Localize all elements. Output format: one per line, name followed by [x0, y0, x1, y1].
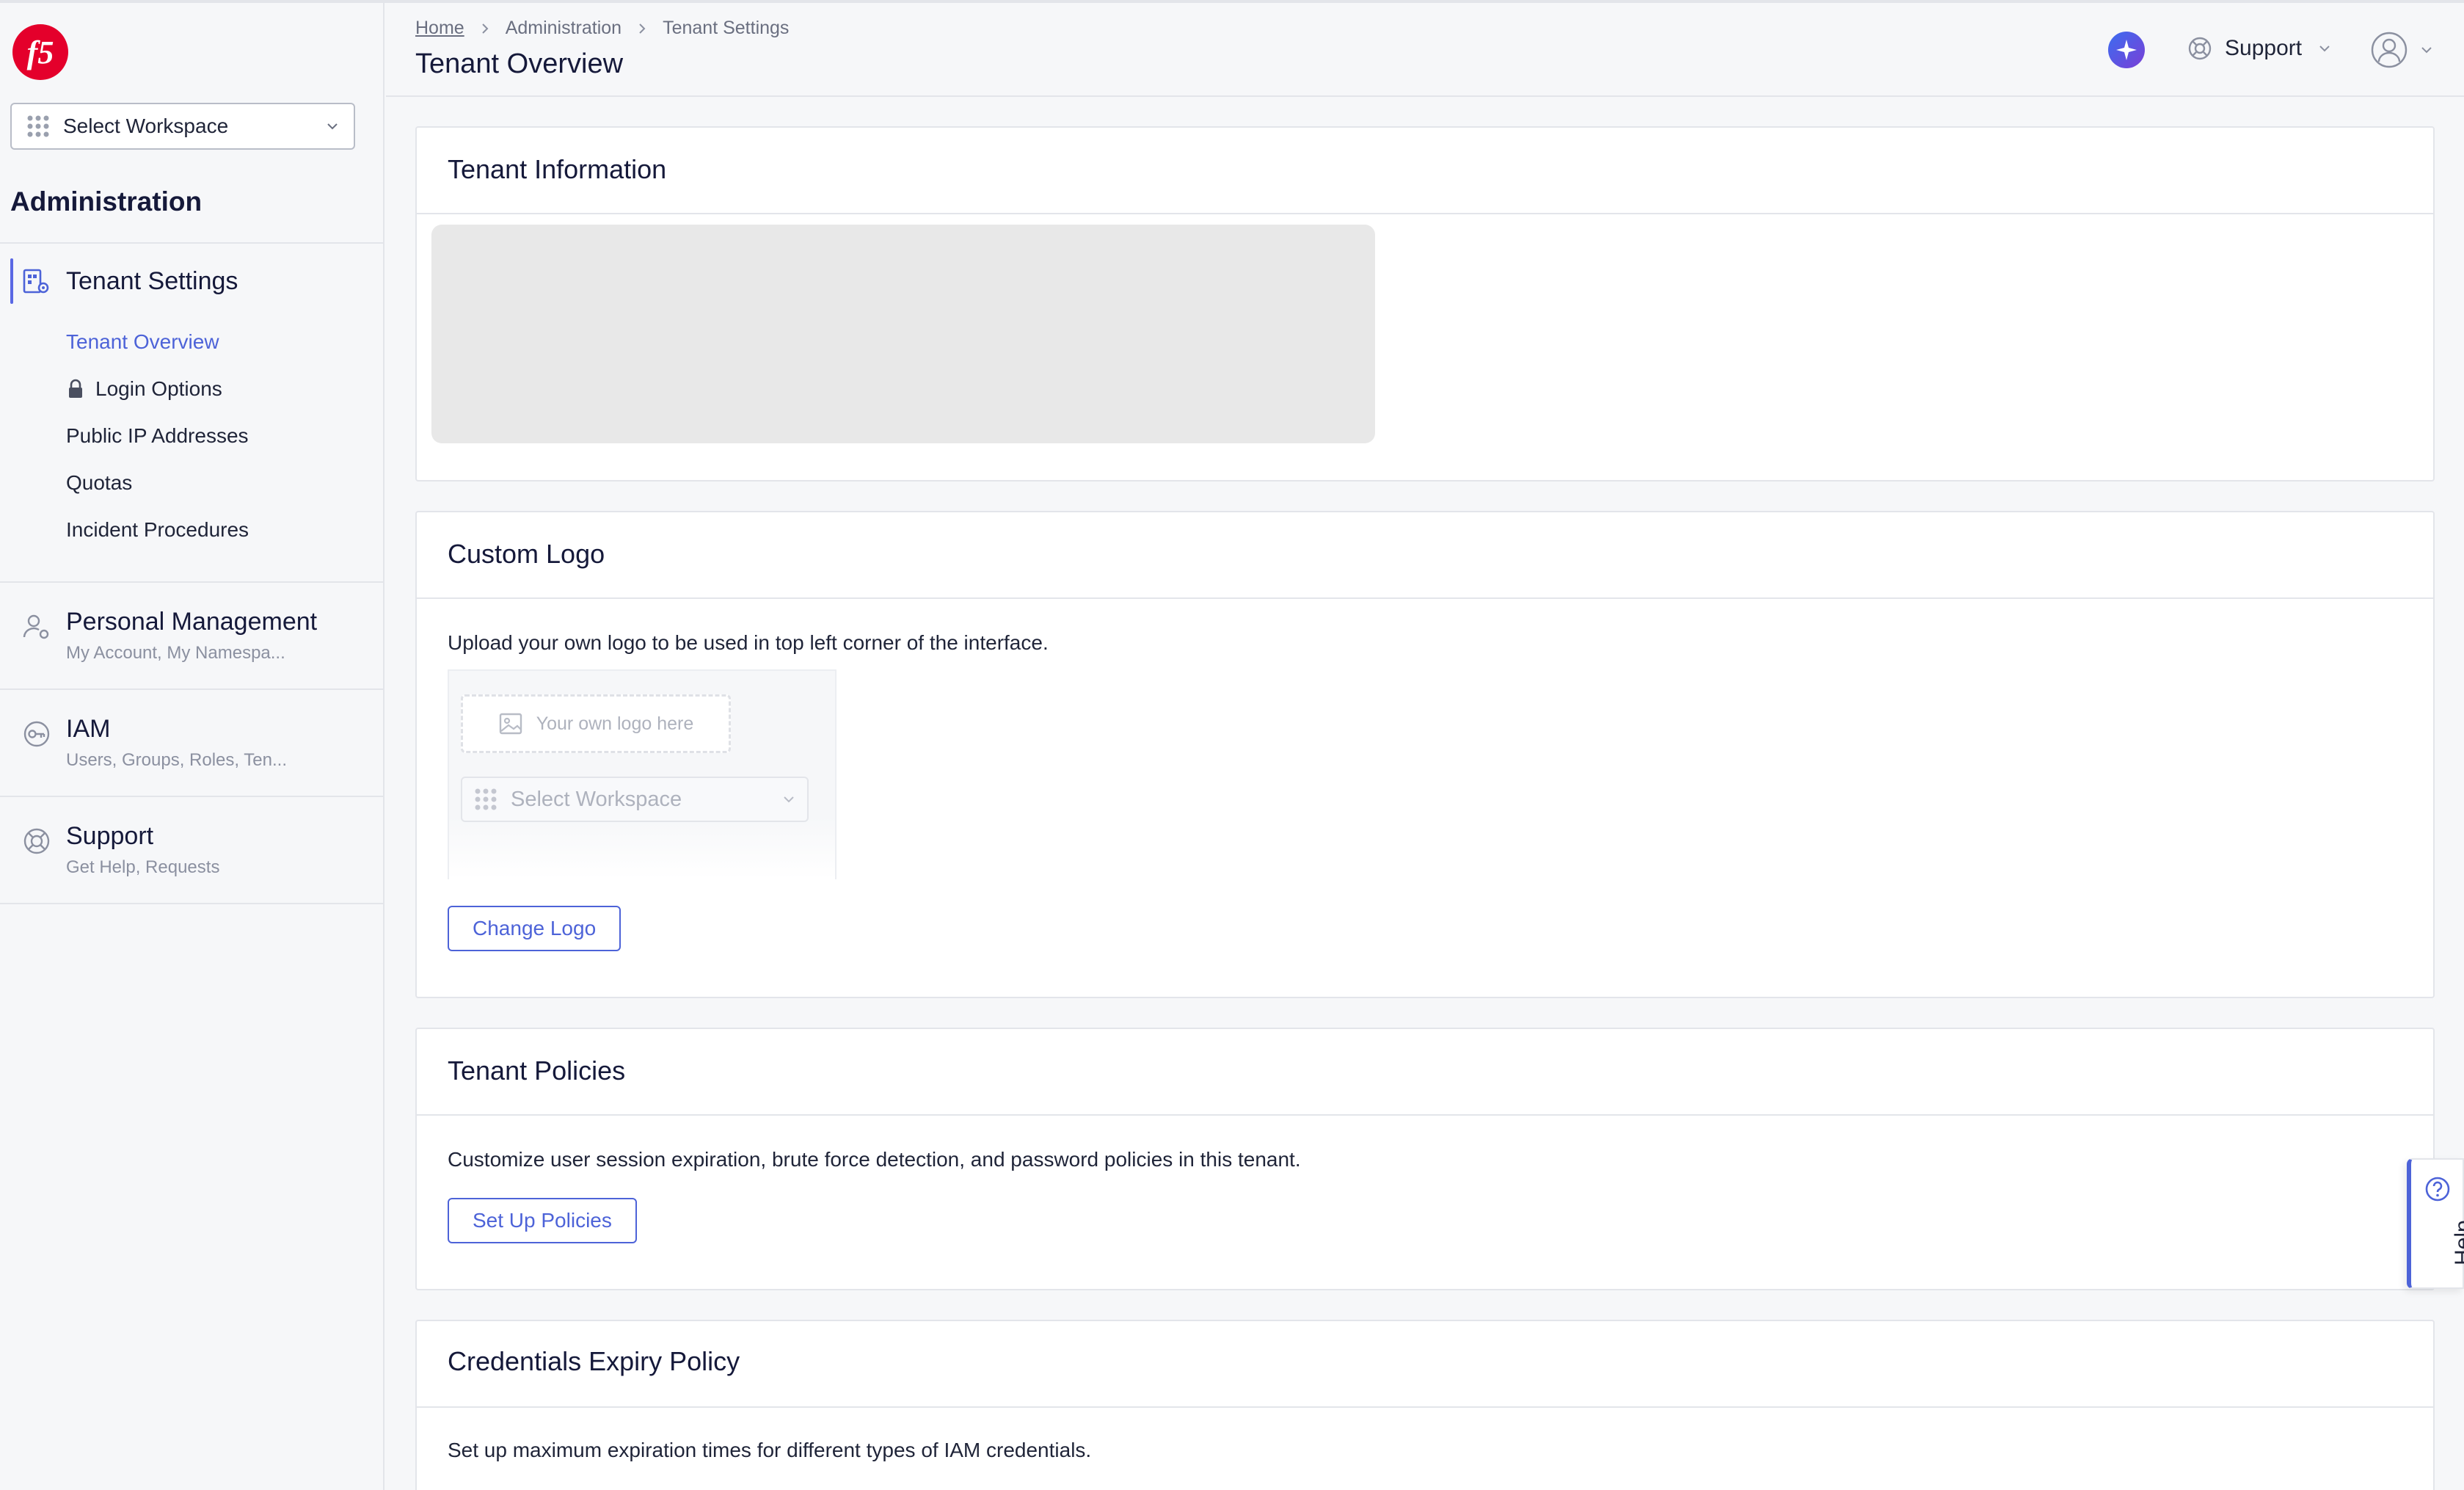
breadcrumb-tenant-settings: Tenant Settings: [663, 18, 790, 38]
preview-workspace-select: Select Workspace: [461, 777, 809, 822]
support-menu[interactable]: Support: [2187, 35, 2333, 62]
chevron-right-icon: [481, 23, 489, 34]
card-title: Custom Logo: [448, 539, 605, 569]
svg-text:f5: f5: [27, 34, 54, 70]
divider: [0, 903, 383, 904]
nav-sub-quotas[interactable]: Quotas: [66, 471, 132, 495]
nav-item-subtitle: Users, Groups, Roles, Ten...: [66, 750, 288, 770]
user-menu[interactable]: [2370, 31, 2435, 69]
sidebar: f5 Select Workspace Administration Tenan…: [0, 3, 384, 1490]
lifebuoy-icon: [23, 828, 50, 854]
nav-sub-public-ip-addresses[interactable]: Public IP Addresses: [66, 424, 249, 448]
nav-label-tenant-settings: Tenant Settings: [66, 267, 238, 295]
image-icon: [499, 713, 522, 735]
nav-item-title: Personal Management: [66, 608, 318, 636]
card-divider: [417, 1406, 2433, 1408]
change-logo-button[interactable]: Change Logo: [448, 906, 622, 951]
page-title: Tenant Overview: [415, 48, 624, 79]
lock-icon: [69, 379, 82, 398]
key-icon: [23, 721, 50, 747]
breadcrumb-administration[interactable]: Administration: [506, 18, 622, 39]
card-divider: [417, 597, 2433, 599]
breadcrumb: Home Administration Tenant Settings: [415, 18, 789, 39]
support-menu-label: Support: [2225, 36, 2303, 60]
card-title: Credentials Expiry Policy: [448, 1346, 740, 1376]
active-indicator: [10, 258, 13, 304]
nav-item-tenant-settings[interactable]: Tenant Settings: [22, 267, 238, 296]
divider: [0, 796, 383, 797]
help-tab-label: Help: [2451, 1220, 2464, 1265]
help-tab[interactable]: Help: [2407, 1158, 2464, 1289]
logo-placeholder: Your own logo here: [461, 694, 731, 753]
chevron-right-icon: [639, 23, 646, 34]
chevron-down-icon: [784, 796, 794, 803]
card-description: Upload your own logo to be used in top l…: [448, 631, 1049, 654]
nav-item-title: IAM: [66, 715, 111, 743]
card-divider: [417, 213, 2433, 214]
workspace-select[interactable]: Select Workspace: [10, 103, 355, 150]
card-credentials-expiry-policy: Credentials Expiry Policy Set up maximum…: [415, 1320, 2435, 1490]
chevron-down-icon: [2319, 46, 2330, 52]
card-description: Set up maximum expiration times for diff…: [448, 1439, 1092, 1461]
f5-logo[interactable]: f5: [10, 22, 70, 82]
section-title: Administration: [10, 186, 203, 217]
card-description: Customize user session expiration, brute…: [448, 1148, 1301, 1171]
divider: [0, 688, 383, 690]
chevron-down-icon: [327, 123, 338, 130]
set-up-policies-button[interactable]: Set Up Policies: [448, 1198, 637, 1243]
nav-item-title: Support: [66, 822, 154, 850]
divider: [0, 242, 383, 244]
nav-sub-label: Login Options: [95, 377, 222, 400]
preview-workspace-label: Select Workspace: [511, 787, 682, 811]
chevron-down-icon: [2421, 47, 2432, 54]
divider: [0, 581, 383, 583]
card-tenant-information: Tenant Information: [415, 126, 2435, 481]
card-title: Tenant Information: [448, 154, 667, 184]
nav-item-subtitle: My Account, My Namespa...: [66, 643, 285, 663]
logo-placeholder-label: Your own logo here: [536, 713, 694, 734]
loading-skeleton: [431, 225, 1375, 443]
card-tenant-policies: Tenant Policies Customize user session e…: [415, 1028, 2435, 1290]
lifebuoy-icon: [2188, 37, 2212, 60]
ai-assistant-icon[interactable]: [2107, 31, 2146, 69]
breadcrumb-home[interactable]: Home: [415, 18, 464, 39]
nav-sub-incident-procedures[interactable]: Incident Procedures: [66, 518, 249, 542]
grid-dots-icon: [475, 788, 497, 810]
page-header: Home Administration Tenant Settings Tena…: [386, 3, 2464, 97]
nav-sub-tenant-overview[interactable]: Tenant Overview: [66, 330, 219, 354]
user-gear-icon: [23, 614, 49, 639]
card-divider: [417, 1114, 2433, 1116]
nav-item-subtitle: Get Help, Requests: [66, 857, 220, 877]
grid-dots-icon: [27, 115, 49, 137]
workspace-select-label: Select Workspace: [63, 115, 229, 137]
logo-preview: Your own logo here Select Workspace: [448, 669, 836, 879]
card-title: Tenant Policies: [448, 1055, 626, 1086]
nav-sub-login-options[interactable]: Login Options: [66, 377, 222, 401]
card-custom-logo: Custom Logo Upload your own logo to be u…: [415, 511, 2435, 998]
tenant-settings-icon: [23, 269, 49, 293]
user-avatar-icon: [2371, 32, 2407, 68]
question-circle-icon: [2425, 1177, 2450, 1202]
